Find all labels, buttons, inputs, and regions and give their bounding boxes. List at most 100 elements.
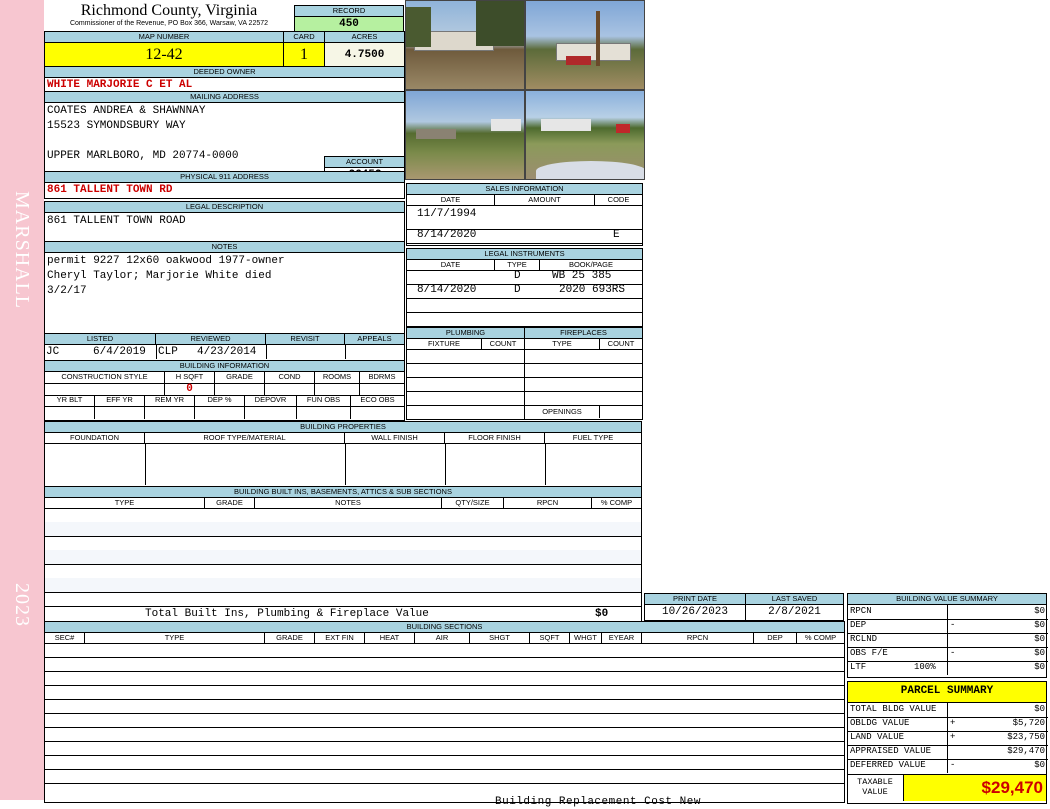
built-ins-total-row: Total Built Ins, Plumbing & Fireplace Va… <box>45 606 641 621</box>
parcel-sign: - <box>950 760 956 770</box>
dep-value <box>195 406 245 419</box>
sec-air-header: AIR <box>415 633 470 643</box>
appeals-cell <box>345 345 346 359</box>
sidebar-year: 2023 <box>11 583 33 627</box>
acres-label: ACRES <box>324 31 405 43</box>
physical-address-label: PHYSICAL 911 ADDRESS <box>44 171 405 183</box>
parcel-row-appraised: APPRAISED VALUE $29,470 <box>848 745 1048 760</box>
taxable-label: TAXABLE VALUE <box>857 777 893 797</box>
revisit-header: REVISIT <box>266 334 345 344</box>
mailing-address-block: MAILING ADDRESS COATES ANDREA & SHAWNNAY… <box>44 91 405 184</box>
building-information-block: BUILDING INFORMATION CONSTRUCTION STYLE … <box>44 360 405 421</box>
depovr-value <box>245 406 297 419</box>
sales-date-header: DATE <box>407 195 495 205</box>
building-section-row <box>45 671 844 686</box>
sec-sqft-header: SQFT <box>530 633 570 643</box>
record-label: RECORD <box>294 5 404 17</box>
building-section-row <box>45 699 844 714</box>
sidebar-name: MARSHALL <box>11 190 33 309</box>
building-section-row <box>45 755 844 770</box>
commissioner-address: Commissioner of the Revenue, PO Box 366,… <box>69 20 269 27</box>
rooms-header: ROOMS <box>315 372 360 383</box>
li-book: 2020 693RS <box>559 284 626 296</box>
summary-label: OBS F/E <box>850 648 888 658</box>
remyr-header: REM YR <box>145 395 195 406</box>
cond-value <box>265 383 315 395</box>
rooms-value <box>315 383 360 395</box>
parcel-value: $0 <box>1034 704 1045 714</box>
sec-header: SEC# <box>45 633 85 643</box>
photo-road-view[interactable] <box>525 90 645 180</box>
funobs-header: FUN OBS <box>297 395 351 406</box>
deeded-owner-block: DEEDED OWNER WHITE MARJORIE C ET AL <box>44 66 405 94</box>
summary-value: $0 <box>1034 620 1045 630</box>
parcel-row-obldg: OBLDG VALUE + $5,720 <box>848 717 1048 732</box>
print-date-label: PRINT DATE <box>644 593 746 605</box>
sec-comp-header: % COMP <box>804 633 837 642</box>
dep-header: DEP % <box>195 395 245 406</box>
print-dates-block: PRINT DATE 10/26/2023 LAST SAVED 2/8/202… <box>644 593 844 621</box>
effyr-header: EFF YR <box>95 395 145 406</box>
notes-line: permit 9227 12x60 oakwood 1977-owner <box>47 255 285 267</box>
construction-style-value <box>45 383 165 395</box>
summary-label: LTF <box>850 662 867 672</box>
bi-rpcn-header: RPCN <box>504 498 592 508</box>
county-title: Richmond County, Virginia <box>80 2 258 19</box>
listed-header: LISTED <box>45 334 156 344</box>
summary-row-ltf: LTF 100% $0 <box>848 661 1048 675</box>
parcel-label: APPRAISED VALUE <box>850 746 932 756</box>
grade-header: GRADE <box>215 372 265 383</box>
sec-grade-header: GRADE <box>265 633 315 643</box>
listed-date: 6/4/2019 <box>93 346 146 358</box>
parcel-sign: + <box>950 718 956 728</box>
depovr-header: DEPOVR <box>245 395 297 406</box>
building-sections-footer: Building Replacement Cost New <box>495 796 701 808</box>
summary-label: RCLND <box>850 634 878 644</box>
mailing-line: COATES ANDREA & SHAWNNAY <box>47 105 206 117</box>
sec-dep-header: DEP <box>754 633 797 643</box>
hsqft-header: H SQFT <box>165 372 215 383</box>
mailing-address-label: MAILING ADDRESS <box>44 91 405 103</box>
legal-instruments-label: LEGAL INSTRUMENTS <box>406 248 643 260</box>
photo-yard-view[interactable] <box>405 90 525 180</box>
yrblt-header: YR BLT <box>45 395 95 406</box>
effyr-value <box>95 406 145 419</box>
fireplaces-block: FIREPLACES TYPE COUNT OPENINGS <box>524 327 643 420</box>
bi-comp-header: % COMP <box>600 498 633 507</box>
legal-description-value: 861 TALLENT TOWN ROAD <box>47 215 186 227</box>
building-sections-label: BUILDING SECTIONS <box>44 621 845 633</box>
bi-notes-header: NOTES <box>255 498 442 508</box>
photo-mobile-home-side[interactable] <box>525 0 645 90</box>
sec-extfin-header: EXT FIN <box>315 633 365 643</box>
floor-finish-header: FLOOR FINISH <box>445 433 545 443</box>
built-ins-row <box>45 564 641 579</box>
sales-date: 11/7/1994 <box>417 208 477 220</box>
reviewed-by: CLP <box>156 345 178 359</box>
li-date-header: DATE <box>407 260 495 270</box>
built-ins-row <box>45 536 641 551</box>
building-sections-block: BUILDING SECTIONS SEC# TYPE GRADE EXT FI… <box>44 621 845 808</box>
last-saved-value: 2/8/2021 <box>745 605 844 621</box>
construction-style-header: CONSTRUCTION STYLE <box>45 372 165 383</box>
sec-heat-header: HEAT <box>365 633 415 643</box>
legal-description-label: LEGAL DESCRIPTION <box>44 201 405 213</box>
account-label: ACCOUNT <box>324 156 405 168</box>
sec-whgt-header: WHGT <box>570 633 602 643</box>
summary-value: $0 <box>1034 634 1045 644</box>
building-section-row <box>45 769 844 784</box>
ltf-percent: 100% <box>914 662 936 672</box>
hsqft-value: 0 <box>165 383 215 395</box>
mailing-line <box>47 134 402 149</box>
sales-code-header: CODE <box>607 195 630 204</box>
notes-block: NOTES permit 9227 12x60 oakwood 1977-own… <box>44 241 405 336</box>
parcel-row-total-bldg: TOTAL BLDG VALUE $0 <box>848 703 1048 718</box>
li-row: 8/14/2020 D 2020 693RS <box>407 284 642 299</box>
fireplace-type-header: TYPE <box>525 339 600 349</box>
built-ins-label: BUILDING BUILT INS, BASEMENTS, ATTICS & … <box>44 486 642 498</box>
photo-mobile-home-front[interactable] <box>405 0 525 90</box>
fireplace-count-header: COUNT <box>607 339 635 348</box>
sec-rpcn-header: RPCN <box>642 633 754 643</box>
sidebar: MARSHALL 2023 <box>0 0 44 800</box>
summary-row-rclnd: RCLND $0 <box>848 633 1048 648</box>
sales-date: 8/14/2020 <box>417 229 477 241</box>
